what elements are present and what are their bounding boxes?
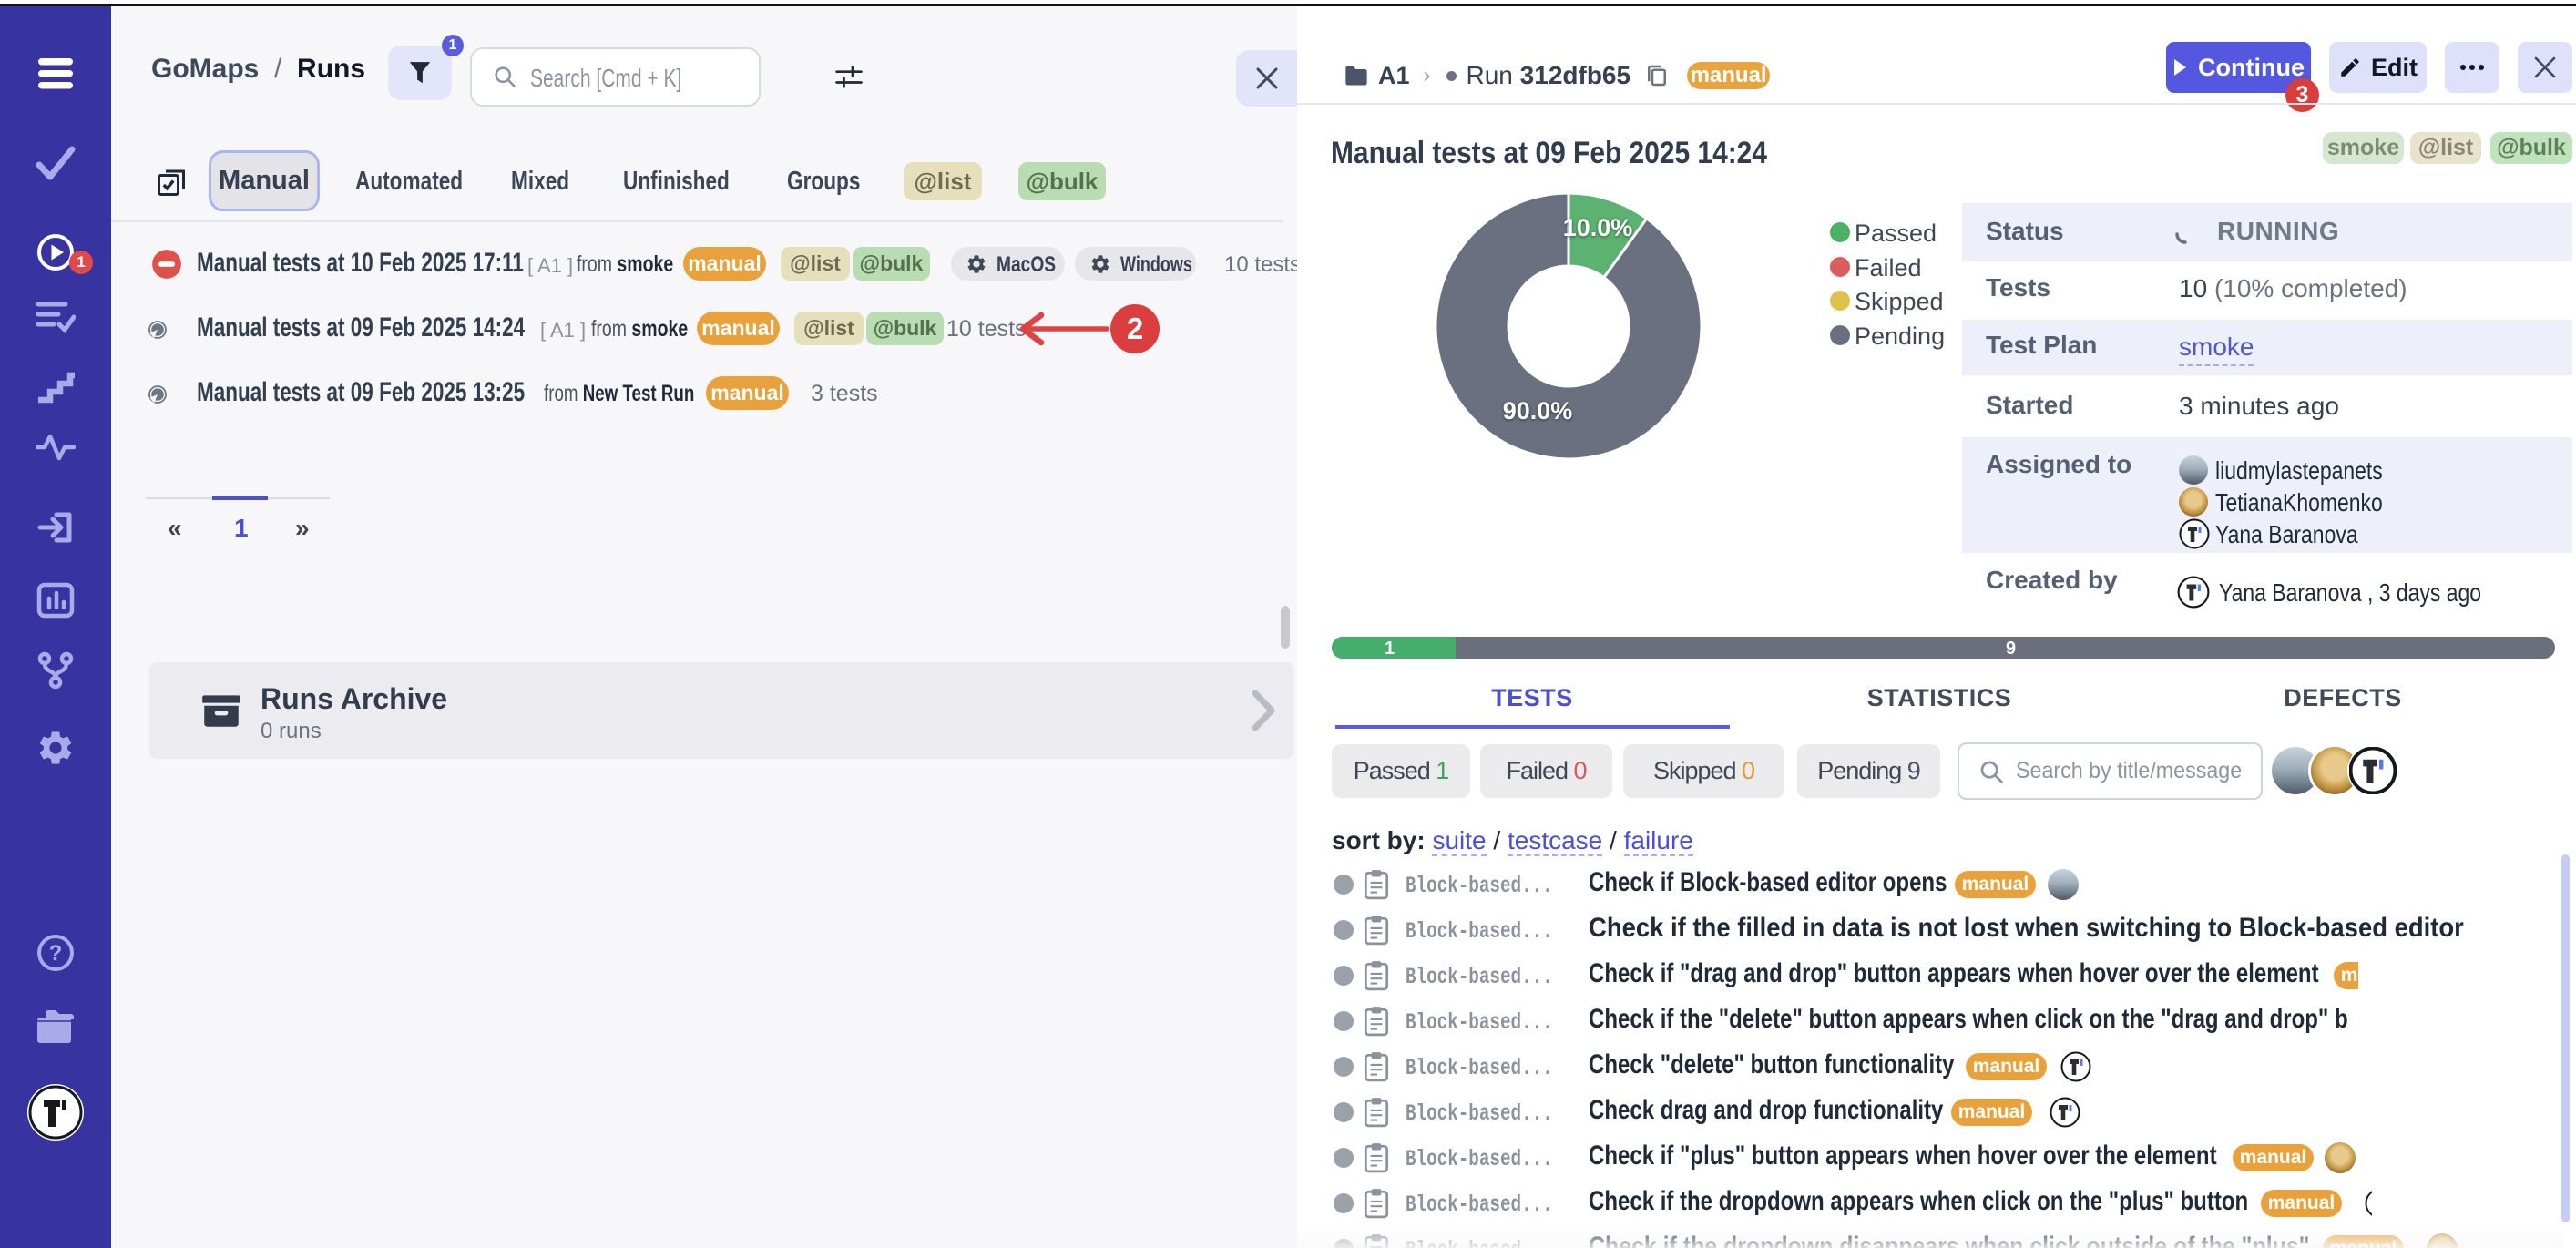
svg-text:?: ? [49, 941, 63, 966]
